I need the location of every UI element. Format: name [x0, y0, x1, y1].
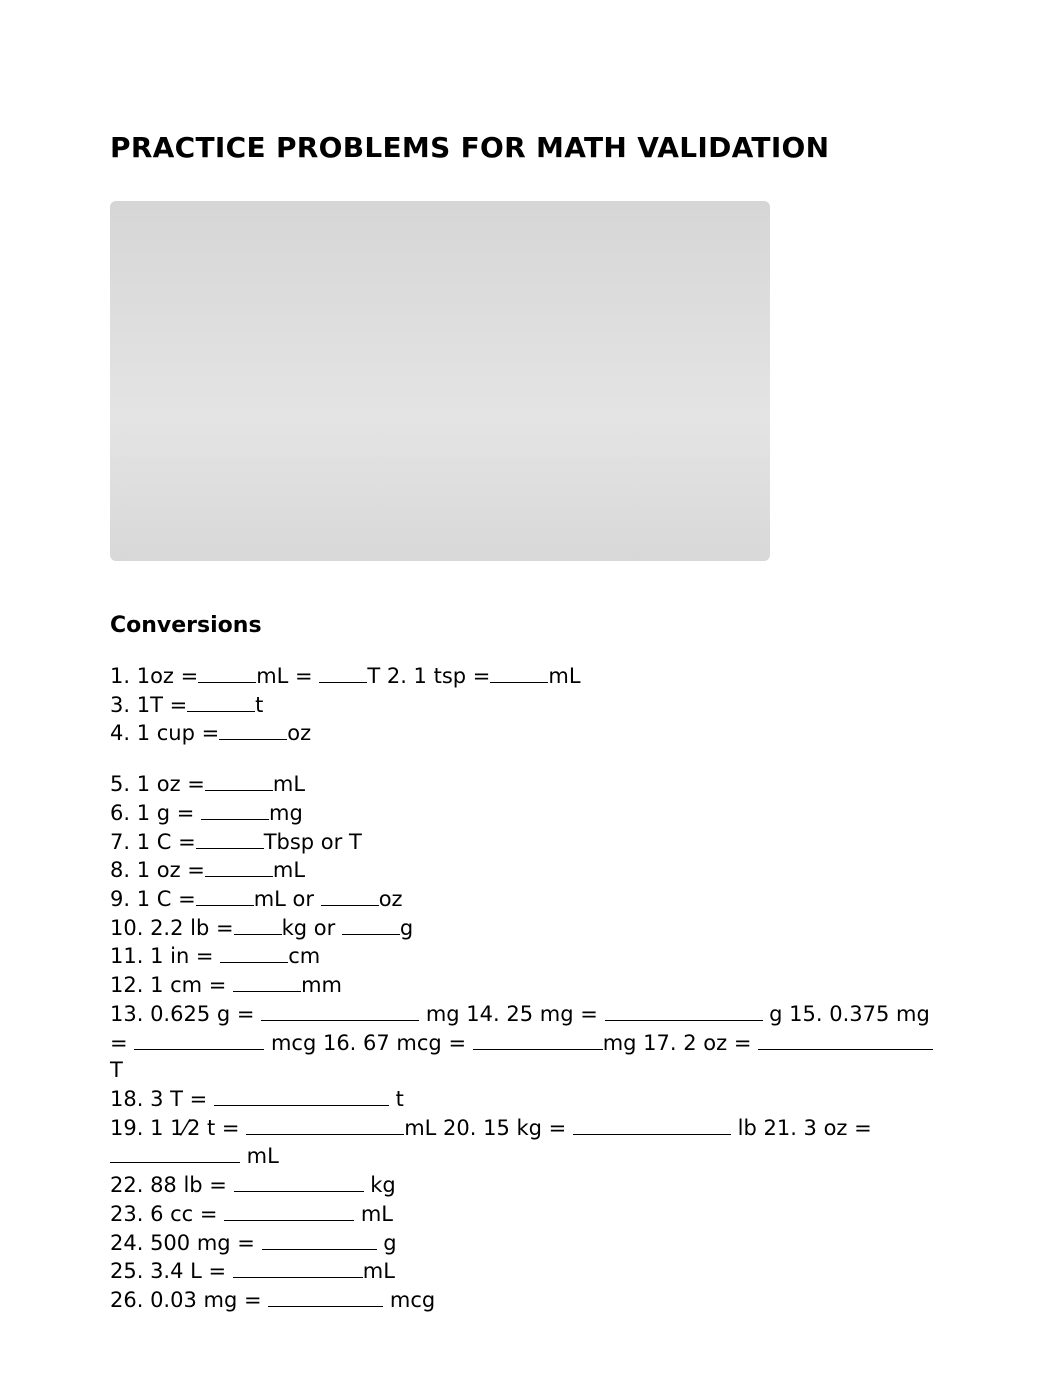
blank	[342, 914, 400, 935]
q24-part-a: 24. 500 mg =	[110, 1231, 262, 1255]
q6-part-a: 6. 1 g =	[110, 801, 201, 825]
q25-part-a: 25. 3.4 L =	[110, 1259, 233, 1283]
q9-part-a: 9. 1 C =	[110, 887, 196, 911]
q9-part-b: mL or	[254, 887, 321, 911]
blank	[224, 1200, 354, 1221]
blank	[198, 662, 256, 683]
q11-part-a: 11. 1 in =	[110, 944, 220, 968]
blank	[196, 885, 254, 906]
blank	[205, 770, 273, 791]
q4-part-b: oz	[287, 721, 311, 745]
blank	[262, 1229, 377, 1250]
q10-part-c: g	[400, 916, 413, 940]
q13-part-a: 13. 0.625 g =	[110, 1002, 261, 1026]
blank	[473, 1029, 603, 1050]
q7-part-a: 7. 1 C =	[110, 830, 196, 854]
q18-part-a: 18. 3 T =	[110, 1087, 214, 1111]
problem-block-1: 1. 1oz = mL = T 2. 1 tsp = mL 3. 1T = t 4. …	[110, 662, 942, 748]
q6-part-b: mg	[269, 801, 303, 825]
q3-part-b: t	[255, 693, 263, 717]
q3-part-a: 3. 1T =	[110, 693, 187, 717]
blank	[205, 856, 273, 877]
blank	[219, 719, 287, 740]
q13-part-d: mcg 16. 67 mcg =	[264, 1031, 472, 1055]
q9-part-c: oz	[379, 887, 403, 911]
blank	[233, 1257, 363, 1278]
q23-part-b: mL	[354, 1202, 393, 1226]
q22-part-b: kg	[364, 1173, 396, 1197]
blank	[234, 1171, 364, 1192]
q13-part-b: mg 14. 25 mg =	[419, 1002, 604, 1026]
q19-part-c: lb 21. 3 oz =	[731, 1116, 878, 1140]
q10-part-a: 10. 2.2 lb =	[110, 916, 234, 940]
q13-part-e: mg 17. 2 oz =	[603, 1031, 758, 1055]
q5-part-b: mL	[273, 772, 305, 796]
q12-part-b: mm	[301, 973, 342, 997]
q13-part-f: T	[110, 1058, 123, 1082]
q19-part-d: mL	[240, 1144, 279, 1168]
q10-part-b: kg or	[282, 916, 342, 940]
blank	[268, 1286, 383, 1307]
blank	[214, 1085, 389, 1106]
blank	[605, 1000, 763, 1021]
blank	[234, 914, 282, 935]
q26-part-a: 26. 0.03 mg =	[110, 1288, 268, 1312]
image-placeholder	[110, 201, 770, 561]
blank	[261, 1000, 419, 1021]
q11-part-b: cm	[288, 944, 320, 968]
q1-part-c: T 2. 1 tsp =	[367, 664, 490, 688]
q25-part-b: mL	[363, 1259, 395, 1283]
q23-part-a: 23. 6 cc =	[110, 1202, 224, 1226]
q7-part-b: Tbsp or T	[264, 830, 362, 854]
q22-part-a: 22. 88 lb =	[110, 1173, 234, 1197]
blank	[196, 828, 264, 849]
blank	[201, 799, 269, 820]
q24-part-b: g	[377, 1231, 397, 1255]
blank	[758, 1029, 933, 1050]
q1-part-d: mL	[548, 664, 580, 688]
blank	[110, 1142, 240, 1163]
blank	[490, 662, 548, 683]
blank	[134, 1029, 264, 1050]
problem-block-2: 5. 1 oz = mL 6. 1 g = mg 7. 1 C = Tbsp or …	[110, 770, 942, 1315]
q5-part-a: 5. 1 oz =	[110, 772, 205, 796]
q8-part-b: mL	[273, 858, 305, 882]
section-heading-conversions: Conversions	[110, 611, 952, 640]
q19-part-b: mL 20. 15 kg =	[404, 1116, 573, 1140]
q1-part-b: mL =	[256, 664, 319, 688]
q12-part-a: 12. 1 cm =	[110, 973, 233, 997]
blank	[187, 691, 255, 712]
blank	[246, 1114, 404, 1135]
blank	[319, 662, 367, 683]
blank	[573, 1114, 731, 1135]
q19-part-a: 19. 1 1⁄2 t =	[110, 1116, 246, 1140]
q8-part-a: 8. 1 oz =	[110, 858, 205, 882]
q26-part-b: mcg	[383, 1288, 435, 1312]
page-title: PRACTICE PROBLEMS FOR MATH VALIDATION	[110, 130, 952, 167]
q4-part-a: 4. 1 cup =	[110, 721, 219, 745]
blank	[233, 971, 301, 992]
q1-part-a: 1. 1oz =	[110, 664, 198, 688]
blank	[220, 942, 288, 963]
q18-part-b: t	[389, 1087, 404, 1111]
blank	[321, 885, 379, 906]
